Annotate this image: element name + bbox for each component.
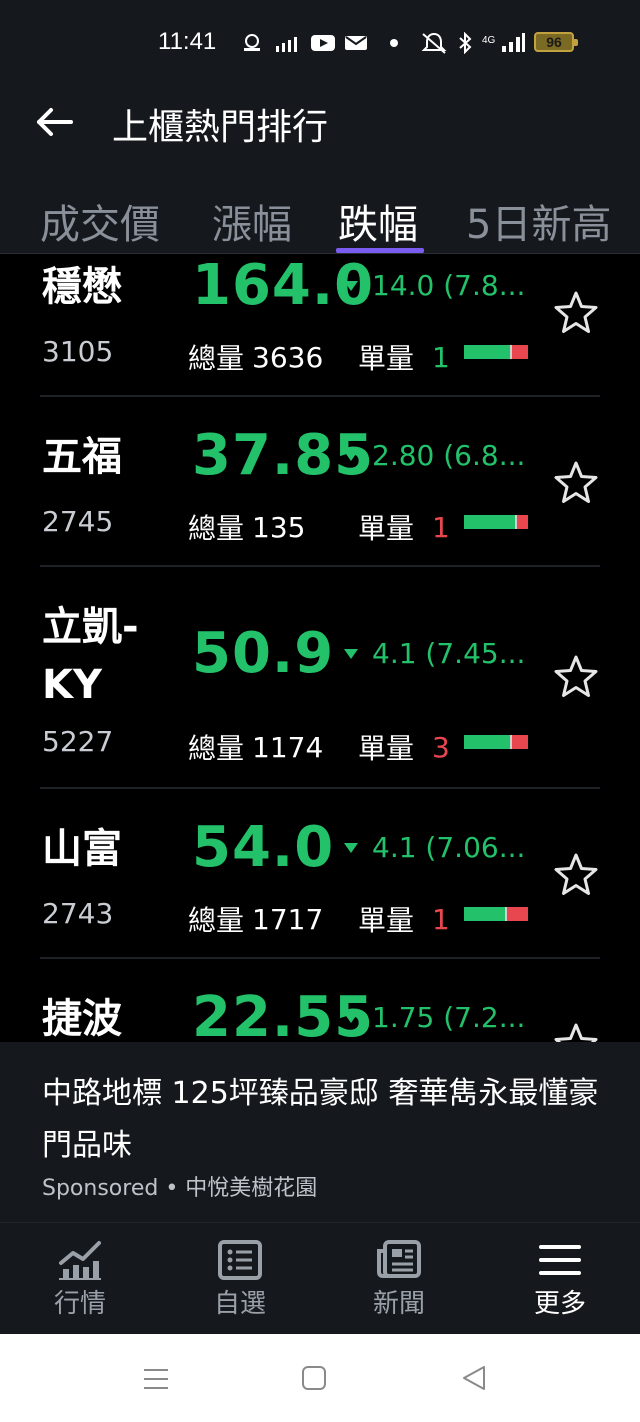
svg-text:4G: 4G xyxy=(482,35,496,46)
bluetooth-icon xyxy=(456,32,474,54)
list-icon xyxy=(218,1240,262,1280)
nav-more-label: 更多 xyxy=(533,1289,586,1319)
stock-change: 4.1 (7.06... xyxy=(340,831,525,864)
unit-volume: 3 xyxy=(432,730,450,764)
total-volume: 1174 xyxy=(252,730,324,764)
nav-news[interactable]: 新聞 xyxy=(349,1239,449,1320)
buy-sell-ratio-bar xyxy=(464,907,528,921)
unit-volume: 1 xyxy=(432,340,450,374)
unit-volume: 1 xyxy=(432,902,450,936)
star-icon[interactable] xyxy=(552,851,600,899)
ad-advertiser: 中悅美樹花園 xyxy=(185,1176,318,1201)
stock-code: 2745 xyxy=(42,505,114,538)
ad-sponsored-label: Sponsored xyxy=(42,1176,159,1201)
table-row[interactable]: 立凱- KY 50.9 4.1 (7.45... 5227 總量 1174 單量… xyxy=(0,567,640,787)
down-arrow-icon xyxy=(344,1012,358,1023)
mail-icon xyxy=(344,32,368,54)
stock-name: 立凱- xyxy=(42,604,139,650)
dot-icon xyxy=(388,32,400,54)
mute-icon xyxy=(420,32,448,54)
volume-info: 總量 135 單量 1 xyxy=(188,510,450,546)
home-icon[interactable] xyxy=(298,1364,330,1394)
star-icon[interactable] xyxy=(552,653,600,701)
stock-change: 4.1 (7.45... xyxy=(340,637,525,670)
back-arrow-icon xyxy=(37,108,73,136)
down-arrow-icon xyxy=(344,648,358,659)
tab-losers[interactable]: 跌幅 xyxy=(338,192,418,250)
stock-list[interactable]: 穩懋 164.0 14.0 (7.8... 3105 總量 3636 單量 1 … xyxy=(0,255,640,1042)
table-row[interactable]: 山富 54.0 4.1 (7.06... 2743 總量 1717 單量 1 xyxy=(0,789,640,957)
youtube-icon xyxy=(310,32,336,54)
page-title: 上櫃熱門排行 xyxy=(112,107,329,148)
stock-name: 穩懋 xyxy=(42,264,122,310)
total-volume: 1717 xyxy=(252,902,324,936)
stock-price: 50.9 xyxy=(192,621,335,686)
data-speed-icon xyxy=(274,32,300,54)
bottom-nav: 行情 自選 新聞 更多 xyxy=(0,1222,640,1334)
stock-name-line2: KY xyxy=(42,662,102,708)
ad-meta: Sponsored • 中悅美樹花園 xyxy=(42,1176,318,1201)
down-arrow-icon xyxy=(344,450,358,461)
nav-market-label: 行情 xyxy=(53,1289,106,1319)
nav-more[interactable]: 更多 xyxy=(510,1239,610,1320)
stock-name: 五福 xyxy=(42,434,122,480)
status-time: 11:41 xyxy=(158,28,217,55)
table-row[interactable]: 捷波 22.55 1.75 (7.2... xyxy=(0,959,640,1042)
nav-watchlist[interactable]: 自選 xyxy=(190,1239,290,1320)
volume-info: 總量 1174 單量 3 xyxy=(188,730,450,766)
table-row[interactable]: 穩懋 164.0 14.0 (7.8... 3105 總量 3636 單量 1 xyxy=(0,255,640,396)
down-arrow-icon xyxy=(344,280,358,291)
menu-icon xyxy=(539,1245,581,1275)
star-icon[interactable] xyxy=(552,289,600,337)
stock-name: 捷波 xyxy=(42,996,122,1042)
back-triangle-icon[interactable] xyxy=(458,1364,490,1394)
stock-code: 2743 xyxy=(42,897,114,930)
down-arrow-icon xyxy=(344,842,358,853)
unit-volume: 1 xyxy=(432,510,450,544)
total-volume: 3636 xyxy=(252,340,324,374)
battery-icon: 96 xyxy=(534,32,578,52)
tab-5day-high[interactable]: 5日新高 xyxy=(466,192,611,250)
sponsored-ad[interactable]: 中路地標 125坪臻品豪邸 奢華雋永最懂豪門品味 Sponsored • 中悅美… xyxy=(0,1042,640,1222)
news-icon xyxy=(377,1240,421,1278)
chart-icon xyxy=(59,1241,101,1280)
buy-sell-ratio-bar xyxy=(464,515,528,529)
recent-apps-icon[interactable] xyxy=(140,1364,172,1394)
system-nav-bar xyxy=(0,1334,640,1422)
star-icon[interactable] xyxy=(552,1021,600,1042)
tab-gainers[interactable]: 漲幅 xyxy=(212,192,292,250)
ranking-tabs: 成交價 漲幅 跌幅 5日新高 xyxy=(0,184,640,254)
buy-sell-ratio-bar xyxy=(464,345,528,359)
signal-4g-icon: 4G xyxy=(482,32,526,54)
active-tab-indicator xyxy=(336,248,424,253)
app-notification-icon xyxy=(240,32,264,54)
stock-code: 3105 xyxy=(42,335,114,368)
status-bar: 11:41 4G 96 xyxy=(0,0,640,86)
volume-info: 總量 3636 單量 1 xyxy=(188,340,450,376)
tab-price[interactable]: 成交價 xyxy=(40,192,160,250)
back-button[interactable] xyxy=(30,102,80,142)
volume-info: 總量 1717 單量 1 xyxy=(188,902,450,938)
stock-change: 14.0 (7.8... xyxy=(340,269,525,302)
stock-price: 54.0 xyxy=(192,815,335,880)
buy-sell-ratio-bar xyxy=(464,735,528,749)
nav-watchlist-label: 自選 xyxy=(213,1289,266,1319)
nav-market[interactable]: 行情 xyxy=(30,1239,130,1320)
star-icon[interactable] xyxy=(552,459,600,507)
table-row[interactable]: 五福 37.85 2.80 (6.8... 2745 總量 135 單量 1 xyxy=(0,397,640,565)
stock-change: 2.80 (6.8... xyxy=(340,439,525,472)
ad-title: 中路地標 125坪臻品豪邸 奢華雋永最懂豪門品味 xyxy=(42,1076,599,1163)
stock-code: 5227 xyxy=(42,725,114,758)
stock-name: 山富 xyxy=(42,826,122,872)
nav-news-label: 新聞 xyxy=(372,1289,425,1319)
stock-change: 1.75 (7.2... xyxy=(340,1001,525,1034)
app-header: 上櫃熱門排行 成交價 漲幅 跌幅 5日新高 xyxy=(0,86,640,254)
total-volume: 135 xyxy=(252,510,306,544)
